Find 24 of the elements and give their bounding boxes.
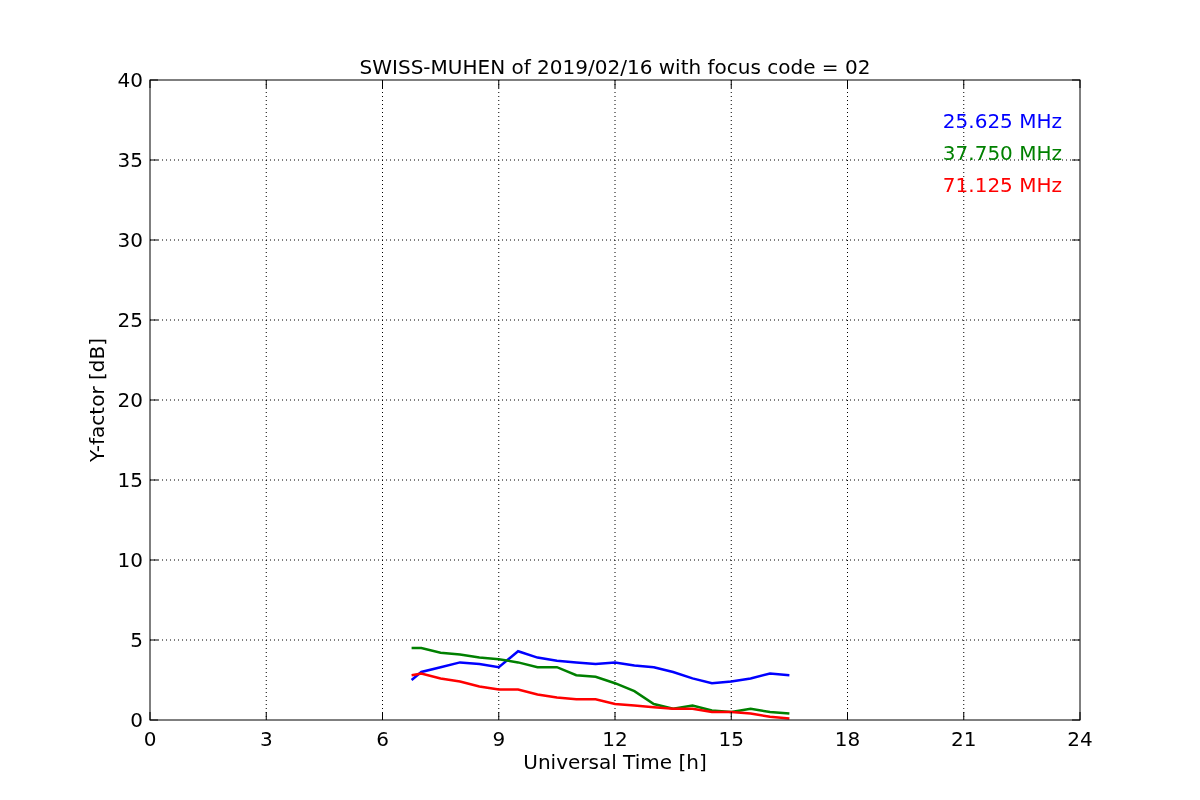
y-tick-label: 20 — [117, 388, 143, 412]
x-tick-label: 15 — [718, 727, 744, 751]
y-axis-label: Y-factor [dB] — [85, 338, 109, 462]
y-tick-label: 40 — [117, 68, 143, 92]
y-tick-label: 5 — [130, 628, 143, 652]
x-tick-label: 0 — [143, 727, 157, 751]
legend-label: 37.750 MHz — [942, 141, 1062, 165]
x-axis-label: Universal Time [h] — [523, 750, 707, 774]
legend-label: 71.125 MHz — [942, 173, 1062, 197]
x-tick-label: 21 — [951, 727, 977, 751]
y-tick-label: 35 — [117, 148, 143, 172]
x-tick-label: 9 — [492, 727, 506, 751]
x-tick-label: 12 — [602, 727, 628, 751]
chart-title: SWISS-MUHEN of 2019/02/16 with focus code = 02 — [359, 55, 871, 79]
x-tick-label: 6 — [376, 727, 389, 751]
x-tick-label: 18 — [834, 727, 861, 751]
y-tick-label: 15 — [117, 468, 143, 492]
y-tick-label: 30 — [117, 228, 143, 252]
y-tick-label: 0 — [130, 708, 143, 732]
x-tick-label: 24 — [1067, 727, 1093, 751]
y-tick-label: 25 — [117, 308, 143, 332]
x-tick-label: 3 — [259, 727, 273, 751]
y-tick-label: 10 — [117, 548, 143, 572]
legend-label: 25.625 MHz — [942, 109, 1062, 133]
